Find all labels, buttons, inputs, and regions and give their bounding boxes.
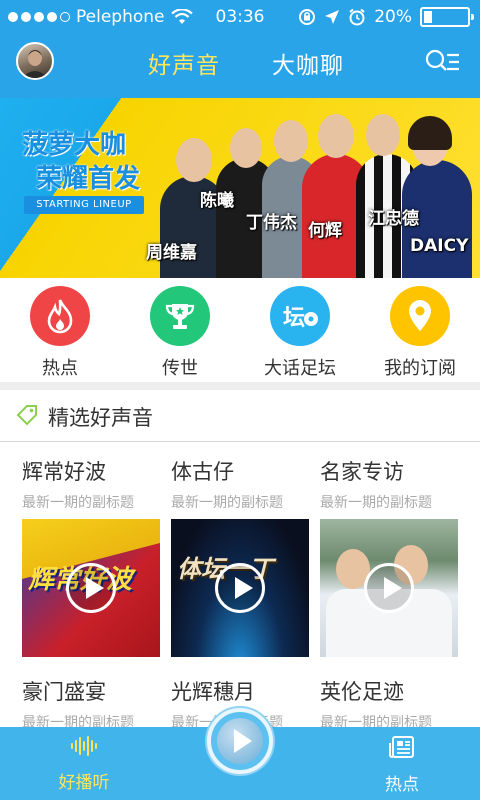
play-icon[interactable] — [66, 563, 116, 613]
person-head-3 — [274, 120, 308, 162]
banner-tagline: STARTING LINEUP — [24, 196, 144, 214]
promo-banner[interactable]: 菠萝大咖 荣耀首发 STARTING LINEUP 陈曦 丁伟杰 何辉 江忠德 … — [0, 98, 480, 278]
section-header: 精选好声音 — [0, 390, 480, 442]
category-subscriptions-label: 我的订阅 — [384, 358, 456, 379]
banner-title-line1: 菠萝大咖 — [22, 130, 127, 160]
person-head-4 — [318, 114, 354, 158]
category-subscriptions-circle — [390, 286, 450, 346]
top-nav: 好声音 大咖聊 — [0, 34, 480, 98]
category-legend[interactable]: 传世 — [120, 286, 240, 380]
banner-name-daicy: DAICY — [410, 236, 469, 256]
category-hot-label: 热点 — [42, 358, 78, 379]
trophy-icon — [165, 304, 195, 329]
program-card[interactable]: 辉常好波 最新一期的副标题 — [22, 456, 160, 512]
category-football-forum-label: 大话足坛 — [264, 358, 336, 379]
tab-good-voice[interactable]: 好声音 — [148, 46, 220, 80]
alarm-icon — [349, 8, 365, 26]
program-card-title: 豪门盛宴 — [22, 680, 106, 704]
category-legend-label: 传世 — [162, 358, 198, 379]
person-hair-6 — [408, 116, 452, 150]
program-thumbnail[interactable]: 辉常好波 — [22, 519, 160, 657]
program-card-title: 名家专访 — [320, 460, 404, 484]
battery-fill — [424, 11, 433, 23]
bottom-tab-hot-label: 热点 — [385, 775, 419, 795]
program-card[interactable]: 体古仔 最新一期的副标题 — [171, 456, 309, 512]
category-legend-circle — [150, 286, 210, 346]
header: Pelephone 03:36 20% 好声音 大咖聊 — [0, 0, 480, 98]
program-card-subtitle: 最新一期的副标题 — [320, 495, 432, 511]
category-football-forum[interactable]: 坛 大话足坛 — [240, 286, 360, 380]
banner-name-jiangzhongde: 江忠德 — [368, 209, 419, 229]
program-card[interactable]: 英伦足迹 最新一期的副标题 — [320, 676, 458, 732]
program-card[interactable]: 名家专访 最新一期的副标题 — [320, 456, 458, 512]
tag-icon — [16, 405, 37, 426]
status-bar: Pelephone 03:36 20% — [0, 0, 480, 34]
section-divider — [0, 382, 480, 390]
bottom-tab-listen[interactable]: 好播听 — [24, 735, 144, 793]
avatar-portrait-icon — [22, 50, 48, 78]
play-icon[interactable] — [215, 563, 265, 613]
search-menu-icon[interactable] — [424, 48, 460, 76]
person-head-1 — [176, 138, 212, 182]
person-head-5 — [366, 114, 400, 156]
program-card-title: 光辉穗月 — [171, 680, 255, 704]
bottom-tab-hot[interactable]: 热点 — [342, 735, 462, 795]
bottom-tab-listen-label: 好播听 — [58, 773, 110, 793]
program-card-title: 英伦足迹 — [320, 680, 404, 704]
location-pin-icon — [409, 300, 431, 331]
category-hot[interactable]: 热点 — [0, 286, 120, 380]
banner-name-zhouweijia: 周维嘉 — [146, 243, 197, 263]
flame-icon — [47, 299, 73, 334]
banner-name-hehui: 何辉 — [308, 221, 342, 241]
program-card-title: 辉常好波 — [22, 460, 106, 484]
program-thumbnail[interactable]: 体坛一丁 — [171, 519, 309, 657]
battery-icon — [420, 7, 474, 27]
location-arrow-icon — [325, 10, 340, 24]
program-card-subtitle: 最新一期的副标题 — [171, 495, 283, 511]
program-card[interactable]: 豪门盛宴 最新一期的副标题 — [22, 676, 160, 732]
soccer-forum-icon: 坛 — [283, 306, 318, 331]
play-icon — [217, 718, 263, 764]
play-icon[interactable] — [364, 563, 414, 613]
sound-wave-icon — [71, 736, 97, 756]
user-avatar[interactable] — [16, 42, 54, 80]
banner-title: 菠萝大咖 荣耀首发 — [22, 128, 140, 196]
category-football-forum-circle: 坛 — [270, 286, 330, 346]
app-screen: Pelephone 03:36 20% 好声音 大咖聊 菠萝大咖 荣耀首发 ST… — [0, 0, 480, 800]
banner-name-dingweijie: 丁伟杰 — [246, 213, 297, 233]
rotation-lock-icon — [299, 9, 316, 25]
person-head-2 — [230, 128, 262, 168]
program-card-title: 体古仔 — [171, 460, 234, 484]
category-hot-circle — [30, 286, 90, 346]
tab-big-talk[interactable]: 大咖聊 — [272, 46, 344, 80]
news-icon — [389, 736, 414, 758]
battery-percent: 20% — [374, 7, 412, 27]
svg-text:坛: 坛 — [283, 306, 305, 331]
center-play-button[interactable] — [207, 708, 273, 774]
category-grid: 热点 传世 坛 大话足坛 我的订阅 — [0, 278, 480, 382]
program-thumbnail[interactable] — [320, 519, 458, 657]
status-right: 20% — [298, 7, 474, 27]
banner-title-line2: 荣耀首发 — [36, 164, 141, 194]
program-card-subtitle: 最新一期的副标题 — [22, 495, 134, 511]
category-subscriptions[interactable]: 我的订阅 — [360, 286, 480, 380]
banner-name-chenxi: 陈曦 — [200, 191, 234, 211]
section-title: 精选好声音 — [48, 406, 153, 430]
